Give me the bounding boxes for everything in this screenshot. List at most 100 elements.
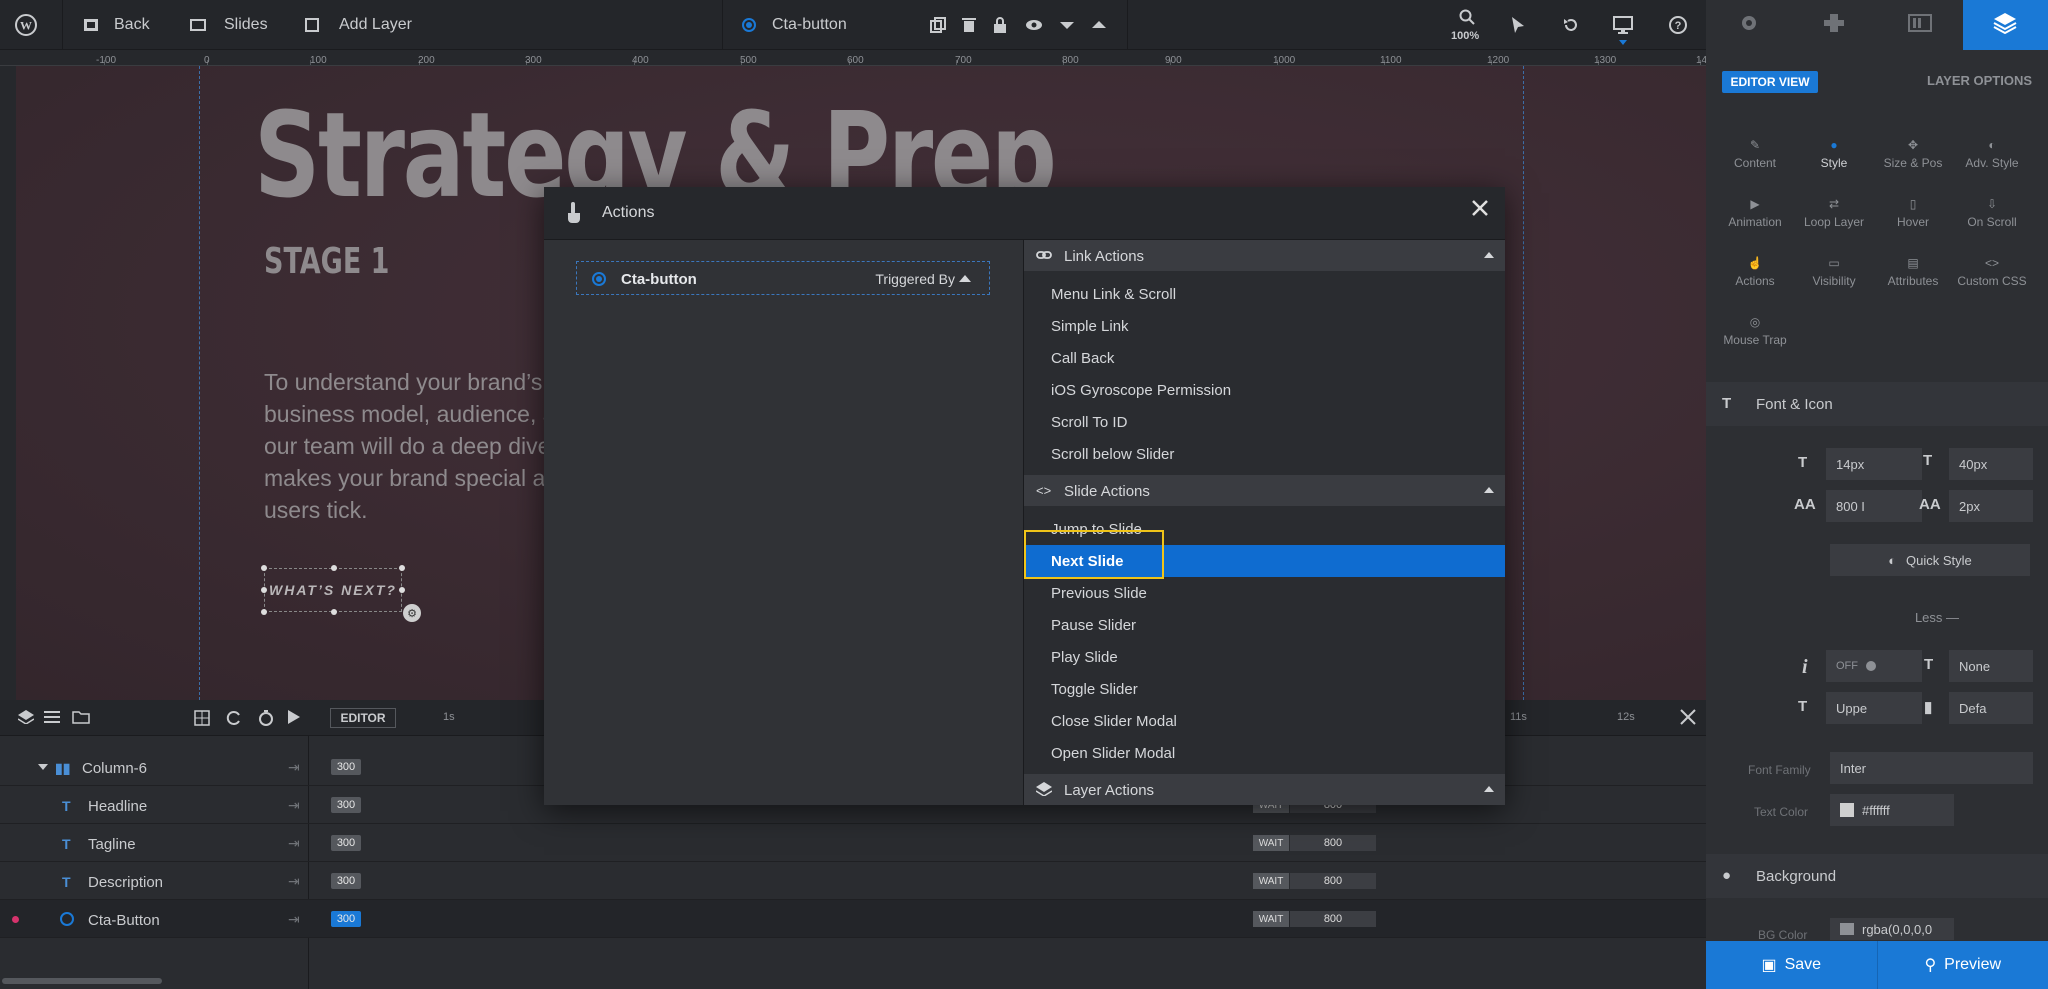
hover-option[interactable]: ▯ Hover <box>1873 193 1953 229</box>
folder-icon[interactable] <box>72 710 90 729</box>
start-time-badge[interactable]: 300 <box>331 835 361 851</box>
action-scroll-below-slider[interactable]: Scroll below Slider <box>1024 438 1505 470</box>
visibility-option[interactable]: ▭ Visibility <box>1794 252 1874 288</box>
action-simple-link[interactable]: Simple Link <box>1024 310 1505 342</box>
start-time-badge[interactable]: 300 <box>331 759 361 775</box>
start-time-badge[interactable]: 300 <box>331 797 361 813</box>
on-scroll-option[interactable]: ⇩ On Scroll <box>1952 193 2032 229</box>
animation-option[interactable]: ▶ Animation <box>1715 193 1795 229</box>
help-icon[interactable]: ? <box>1669 0 1687 50</box>
timeline-row[interactable]: T Tagline ⇥ 300 WAIT 800 <box>0 824 1706 862</box>
move-down-icon[interactable] <box>1060 0 1074 50</box>
size-pos-option[interactable]: ✥ Size & Pos <box>1873 134 1953 170</box>
zoom-icon[interactable] <box>1459 0 1475 34</box>
duration-bar[interactable]: 800 <box>1290 911 1376 927</box>
less-toggle[interactable]: Less — <box>1706 610 2048 625</box>
back-button[interactable]: Back <box>84 0 150 50</box>
start-time-badge[interactable]: 300 <box>331 911 361 927</box>
align-end-icon[interactable]: ⇥ <box>288 873 300 890</box>
action-open-slider-modal[interactable]: Open Slider Modal <box>1024 737 1505 769</box>
triggered-by-dropdown[interactable]: Triggered By <box>875 271 955 287</box>
duplicate-icon[interactable] <box>930 0 946 50</box>
text-transform-select[interactable]: Uppe <box>1826 692 1922 724</box>
link-icon[interactable]: ⚙ <box>403 604 421 622</box>
align-end-icon[interactable]: ⇥ <box>288 759 300 776</box>
slide-actions-group[interactable]: <> Slide Actions <box>1024 475 1505 506</box>
bg-color-picker[interactable]: rgba(0,0,0,0 <box>1830 918 1954 940</box>
slides-button[interactable]: Slides <box>190 0 268 50</box>
align-end-icon[interactable]: ⇥ <box>288 797 300 814</box>
selected-layer-indicator[interactable]: Cta-button <box>742 0 847 50</box>
undo-icon[interactable] <box>1563 0 1579 50</box>
trigger-layer-row[interactable]: Cta-button Triggered By <box>576 261 990 295</box>
navigation-tab[interactable] <box>1792 0 1878 50</box>
attributes-option[interactable]: ▤ Attributes <box>1873 252 1953 288</box>
resize-handle[interactable] <box>261 587 267 593</box>
font-size-input[interactable]: 14px <box>1826 448 1922 480</box>
cursor-icon[interactable] <box>1510 0 1526 50</box>
trash-icon[interactable] <box>962 0 976 50</box>
description-layer[interactable]: To understand your brand’s business mode… <box>264 366 564 526</box>
font-icon-section[interactable]: T Font & Icon <box>1706 382 2048 426</box>
action-pause-slider[interactable]: Pause Slider <box>1024 609 1505 641</box>
grid-icon[interactable] <box>194 710 210 731</box>
play-icon[interactable] <box>288 710 300 729</box>
custom-css-option[interactable]: <> Custom CSS <box>1952 252 2032 288</box>
resize-handle[interactable] <box>399 587 405 593</box>
background-section[interactable]: ● Background <box>1706 854 2048 898</box>
resize-handle[interactable] <box>331 609 337 615</box>
cta-button-layer[interactable]: WHAT’S NEXT? <box>261 565 405 615</box>
resize-handle[interactable] <box>261 565 267 571</box>
tagline-layer[interactable]: STAGE 1 <box>264 241 389 282</box>
close-icon[interactable] <box>1471 199 1489 222</box>
horizontal-scrollbar[interactable] <box>2 978 162 984</box>
link-actions-group[interactable]: Link Actions <box>1024 240 1505 271</box>
text-decoration-select[interactable]: None <box>1949 650 2033 682</box>
loop-icon[interactable] <box>226 710 242 731</box>
close-icon[interactable] <box>1680 709 1696 730</box>
action-toggle-slider[interactable]: Toggle Slider <box>1024 673 1505 705</box>
list-icon[interactable] <box>44 710 60 729</box>
wait-badge[interactable]: WAIT <box>1253 835 1289 851</box>
timeline-row[interactable]: T Description ⇥ 300 WAIT 800 <box>0 862 1706 900</box>
action-menu-link-scroll[interactable]: Menu Link & Scroll <box>1024 278 1505 310</box>
resize-handle[interactable] <box>399 565 405 571</box>
add-layer-button[interactable]: Add Layer <box>305 0 412 50</box>
loop-layer-option[interactable]: ⇄ Loop Layer <box>1794 193 1874 229</box>
editor-view-button[interactable]: EDITOR VIEW <box>1722 71 1818 93</box>
style-option[interactable]: ● Style <box>1794 134 1874 170</box>
preview-button[interactable]: ⚲ Preview <box>1876 941 2048 989</box>
wait-badge[interactable]: WAIT <box>1253 911 1289 927</box>
timer-icon[interactable] <box>258 710 274 731</box>
adv-style-option[interactable]: ◐ Adv. Style <box>1952 134 2032 170</box>
wordpress-icon[interactable]: W <box>14 0 38 50</box>
font-weight-select[interactable]: 800 I <box>1826 490 1922 522</box>
save-button[interactable]: ▣ Save <box>1706 941 1877 989</box>
action-previous-slide[interactable]: Previous Slide <box>1024 577 1505 609</box>
action-play-slide[interactable]: Play Slide <box>1024 641 1505 673</box>
italic-toggle[interactable]: OFF <box>1826 650 1922 682</box>
editor-mode-button[interactable]: EDITOR <box>330 708 396 728</box>
letter-spacing-input[interactable]: 2px <box>1949 490 2033 522</box>
actions-option[interactable]: ☝ Actions <box>1715 252 1795 288</box>
action-call-back[interactable]: Call Back <box>1024 342 1505 374</box>
move-up-icon[interactable] <box>1092 0 1106 50</box>
collapse-caret-icon[interactable] <box>38 764 48 770</box>
align-end-icon[interactable]: ⇥ <box>288 911 300 928</box>
duration-bar[interactable]: 800 <box>1290 835 1376 851</box>
slider-settings-tab[interactable] <box>1706 0 1792 50</box>
wait-badge[interactable]: WAIT <box>1253 873 1289 889</box>
lock-icon[interactable] <box>993 0 1007 50</box>
timeline-row-selected[interactable]: Cta-Button ⇥ 300 WAIT 800 <box>0 900 1706 938</box>
resize-handle[interactable] <box>261 609 267 615</box>
action-scroll-to-id[interactable]: Scroll To ID <box>1024 406 1505 438</box>
action-close-slider-modal[interactable]: Close Slider Modal <box>1024 705 1505 737</box>
mouse-trap-option[interactable]: ◎ Mouse Trap <box>1715 311 1795 347</box>
align-end-icon[interactable]: ⇥ <box>288 835 300 852</box>
duration-bar[interactable]: 800 <box>1290 873 1376 889</box>
cursor-select[interactable]: Defa <box>1949 692 2033 724</box>
action-ios-gyroscope[interactable]: iOS Gyroscope Permission <box>1024 374 1505 406</box>
eye-icon[interactable] <box>1025 0 1043 50</box>
slide-options-tab[interactable] <box>1877 0 1963 50</box>
quick-style-button[interactable]: ◐ Quick Style <box>1830 544 2030 576</box>
